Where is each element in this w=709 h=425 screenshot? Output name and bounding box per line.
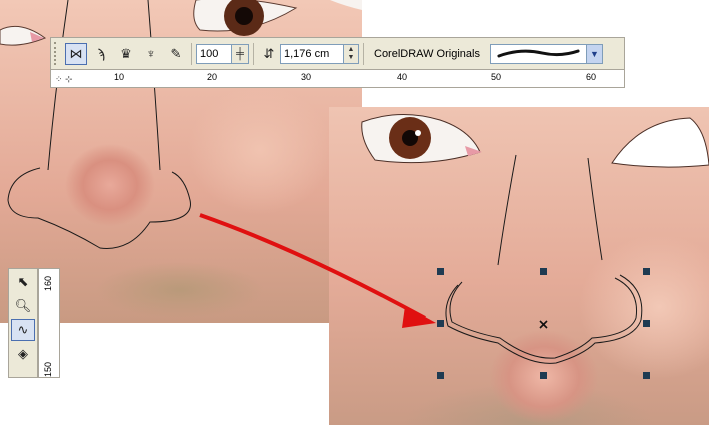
node-edit-icon[interactable]: ⋈ [65,42,87,65]
freehand-curve-icon[interactable]: ∿ [11,319,35,341]
size-spinner[interactable]: ▲ ▼ [344,43,359,64]
fill-tool-icon[interactable]: ◈ [11,343,35,365]
calligraphic-icon[interactable]: ♆ [140,43,162,65]
toolbox: ⬉ 🔍︎ ∿ ◈ [8,268,38,378]
horizontal-ruler[interactable]: ⁘ ⊹ 10 20 30 40 50 60 [50,70,625,88]
toolbar-grip[interactable] [54,42,62,65]
freehand-icon[interactable]: ϡ [90,43,112,65]
brush-icon[interactable]: ✎ [165,43,187,65]
ruler-tick: 160 [43,275,53,291]
ruler-origin[interactable]: ⁘ ⊹ [51,70,95,87]
zoom-icon[interactable]: 🔍︎ [11,295,35,317]
ruler-tick: 30 [301,72,312,82]
ruler-tick: 20 [207,72,218,82]
chevron-down-icon[interactable]: ▼ [585,44,602,63]
stroke-preset-select[interactable]: ▼ [489,43,603,64]
property-bar: ⋈ ϡ ♛ ♆ ✎ 100 ╪ ⇵ 1,176 cm ▲ ▼ CorelDRAW … [50,37,625,70]
right-face-photo [329,107,709,425]
ruler-tick: 10 [114,72,125,82]
vertical-ruler[interactable]: 160 150 [38,268,60,378]
stroke-preview [497,49,580,57]
size-input[interactable]: 1,176 cm [280,43,344,64]
ruler-tick: 150 [43,361,53,377]
preset-label: CorelDRAW Originals [374,47,480,60]
size-icon: ⇵ [263,45,275,61]
ruler-tick: 40 [397,72,408,82]
outline-width-input[interactable]: 100 [196,43,232,64]
width-slider-button[interactable]: ╪ [232,43,249,64]
pressure-icon[interactable]: ♛ [115,43,137,65]
ruler-tick: 60 [586,72,597,82]
ruler-tick: 50 [491,72,502,82]
shape-tool-icon[interactable]: ⬉ [11,271,35,293]
